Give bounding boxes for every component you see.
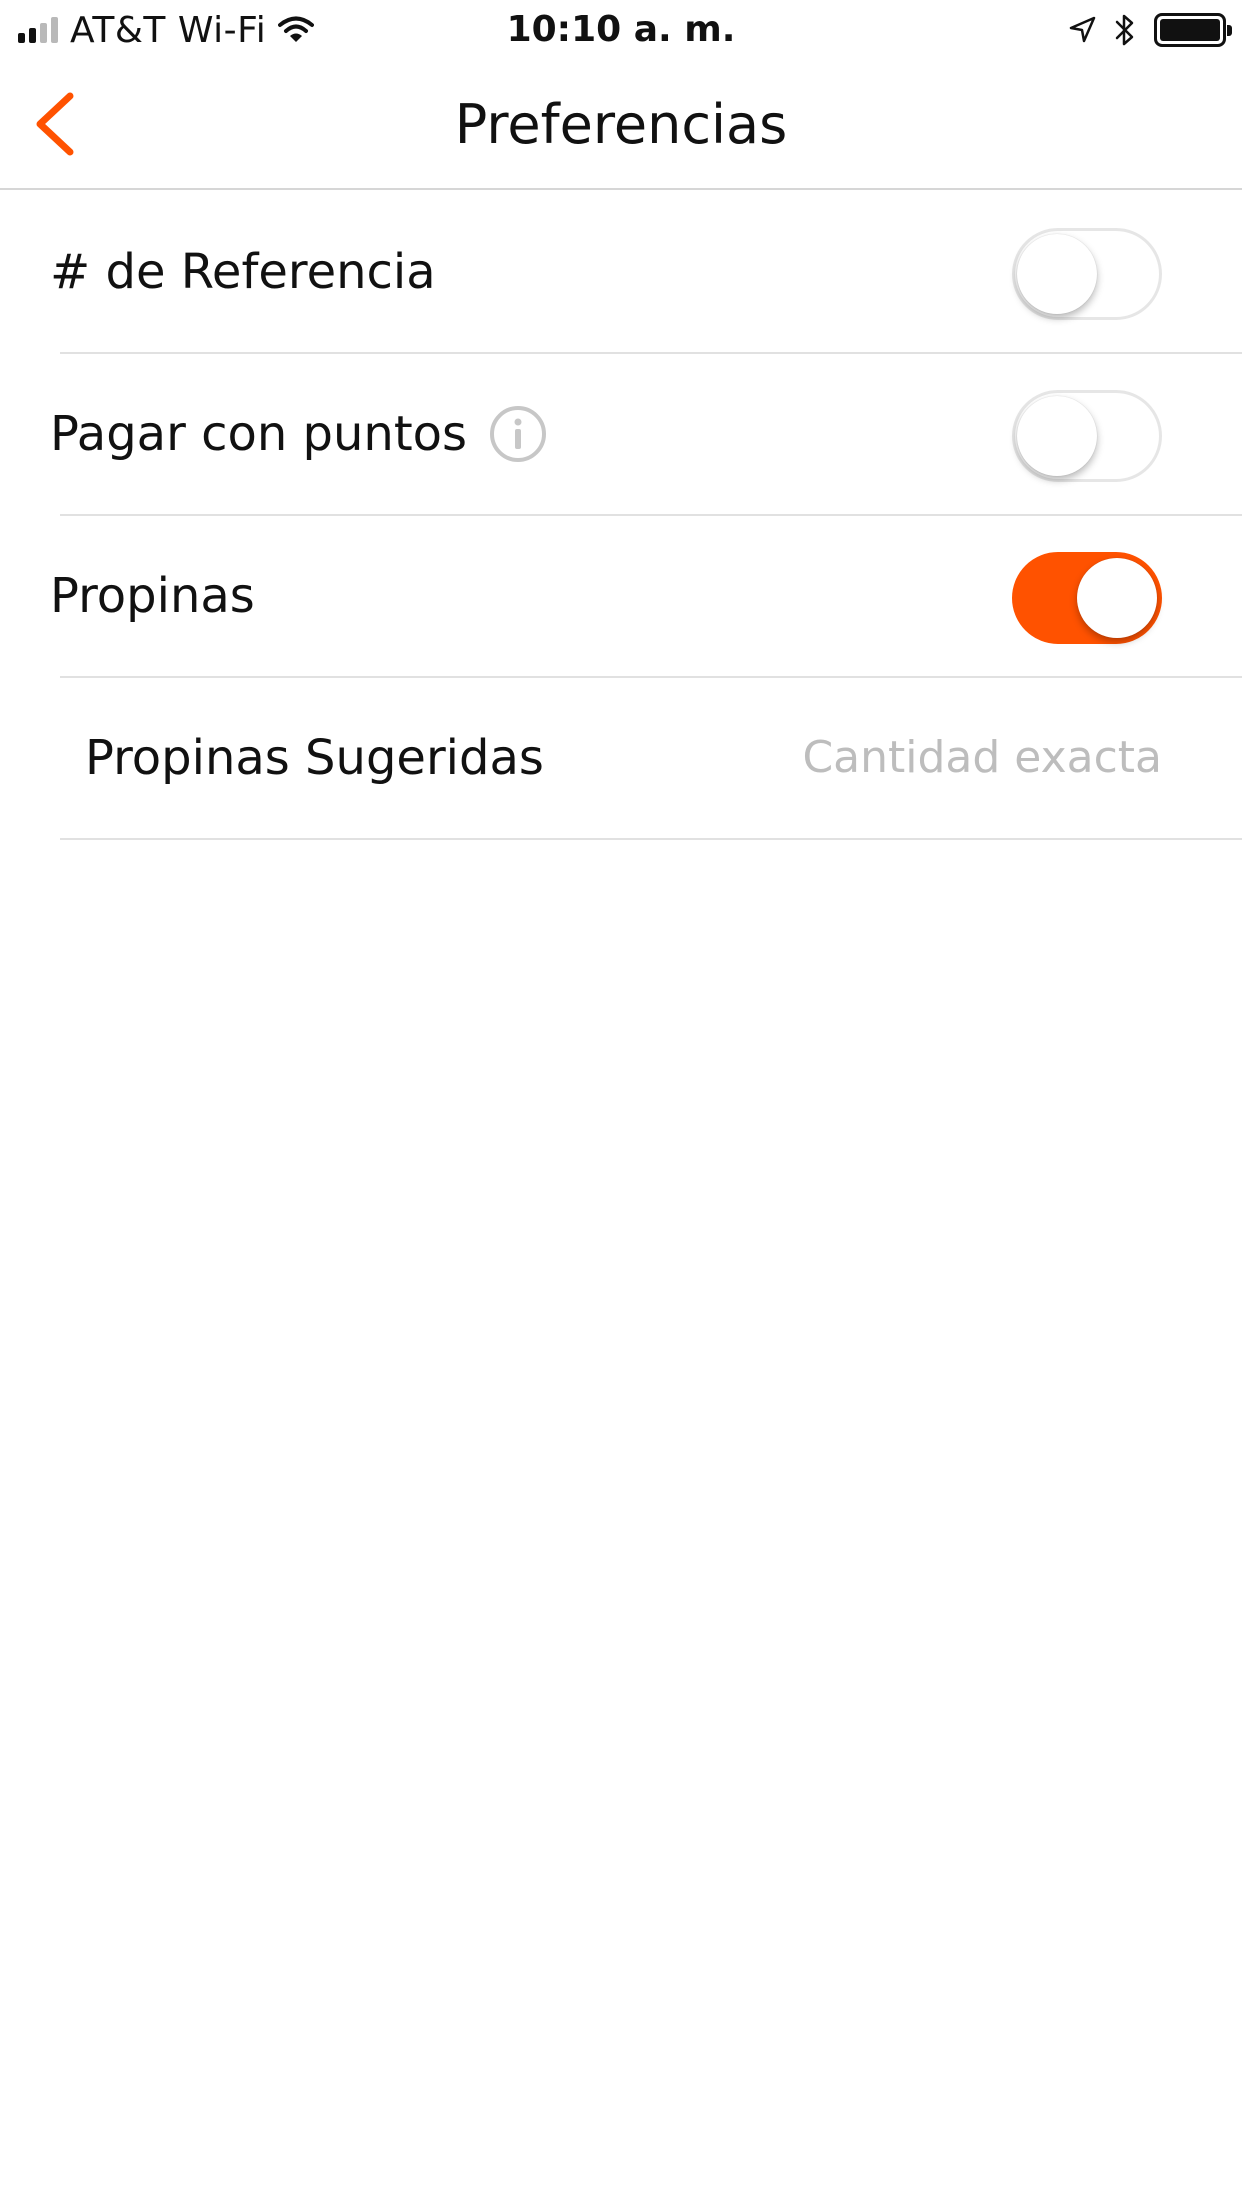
tips-toggle[interactable] (1012, 552, 1162, 644)
settings-row-suggested-tips[interactable]: Propinas Sugeridas Cantidad exacta (0, 678, 1242, 840)
points-toggle[interactable] (1012, 390, 1162, 482)
info-circle-icon[interactable] (488, 404, 548, 464)
settings-row-reference: # de Referencia (0, 192, 1242, 354)
status-bar: AT&T Wi-Fi 10:10 a. m. (0, 0, 1242, 60)
reference-label: # de Referencia (50, 244, 436, 300)
settings-row-points: Pagar con puntos (0, 354, 1242, 516)
navigation-bar: Preferencias (0, 60, 1242, 190)
suggested-tips-value[interactable]: Cantidad exacta (802, 678, 1162, 838)
suggested-tips-label: Propinas Sugeridas (85, 730, 544, 786)
row-divider (60, 838, 1242, 840)
page-title: Preferencias (454, 93, 788, 156)
toggle-knob (1077, 558, 1157, 638)
toggle-knob (1017, 396, 1097, 476)
battery-icon (1154, 13, 1232, 47)
back-button[interactable] (26, 88, 96, 160)
reference-toggle[interactable] (1012, 228, 1162, 320)
chevron-left-icon (36, 92, 74, 156)
toggle-knob (1017, 234, 1097, 314)
status-right (1068, 8, 1232, 52)
settings-row-tips: Propinas (0, 516, 1242, 678)
location-arrow-icon (1069, 16, 1096, 43)
bluetooth-icon (1115, 14, 1134, 46)
points-label: Pagar con puntos (50, 406, 468, 462)
tips-label: Propinas (50, 568, 255, 624)
preferences-screen: AT&T Wi-Fi 10:10 a. m. Preferencias # de… (0, 0, 1242, 2208)
status-time: 10:10 a. m. (506, 9, 736, 50)
